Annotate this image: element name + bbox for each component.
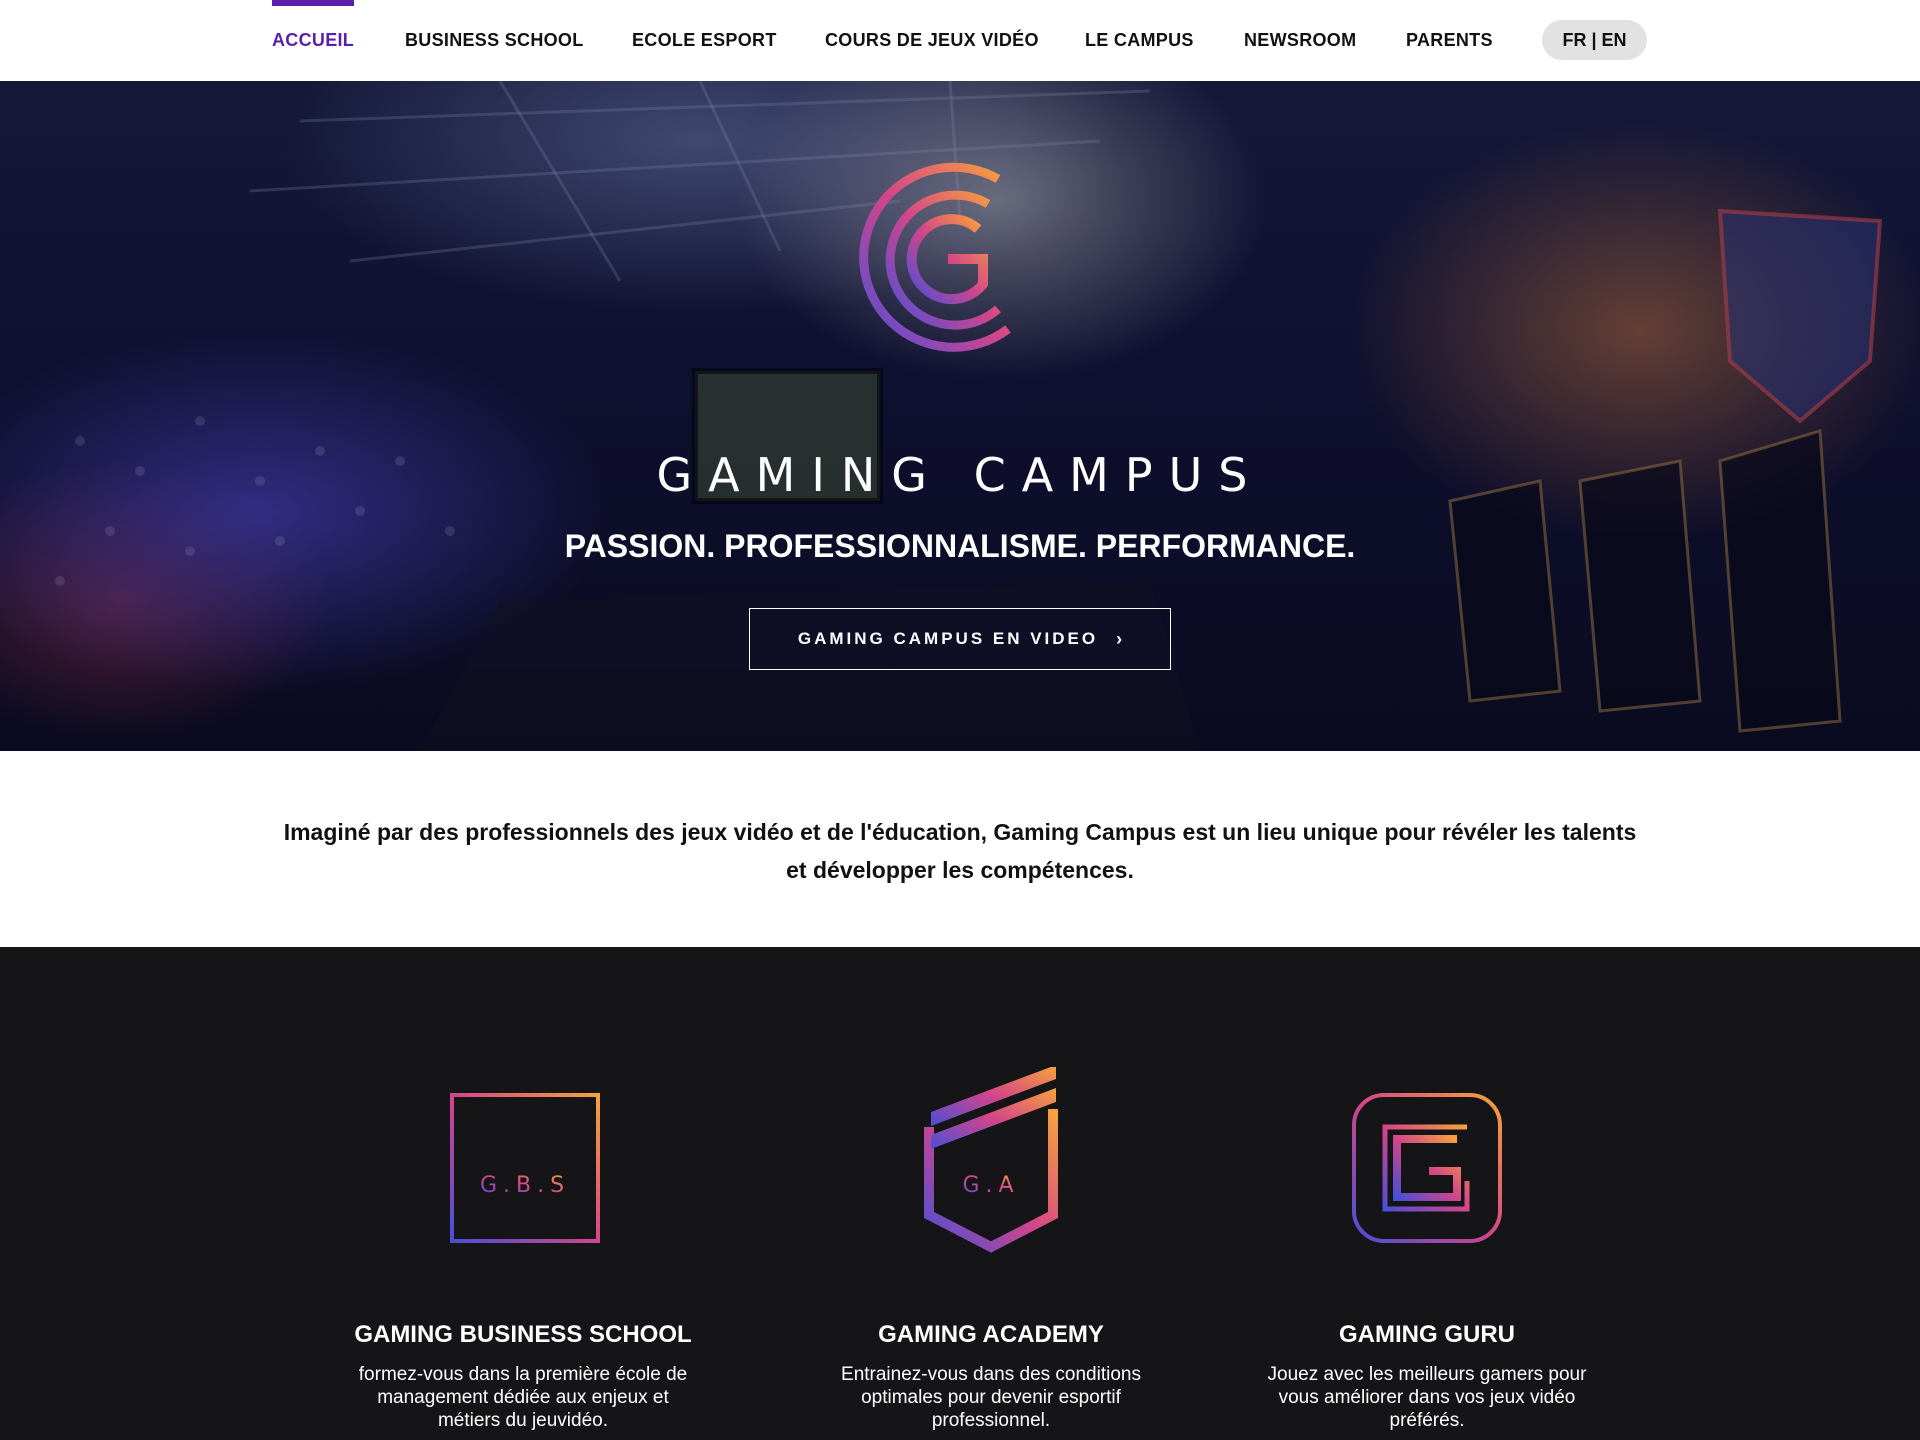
card-title: GAMING ACADEMY bbox=[878, 1321, 1104, 1348]
card-description: Entrainez-vous dans des conditions optim… bbox=[841, 1364, 1141, 1431]
brand-title: GAMING CAMPUS bbox=[656, 448, 1264, 502]
gg-rounded-logo-icon bbox=[1352, 1093, 1502, 1243]
hero-tagline: PASSION. PROFESSIONNALISME. PERFORMANCE. bbox=[564, 528, 1356, 564]
nav-item-ecole-esport[interactable]: ECOLE ESPORT bbox=[632, 0, 777, 81]
nav-item-newsroom[interactable]: NEWSROOM bbox=[1244, 0, 1356, 81]
gbs-square-logo-icon: G.B.S bbox=[450, 1093, 600, 1243]
video-button[interactable]: GAMING CAMPUS EN VIDEO › bbox=[749, 608, 1171, 670]
ga-shield-logo-icon: G.A bbox=[924, 1067, 1058, 1253]
hero-banner: GAMING CAMPUS PASSION. PROFESSIONNALISME… bbox=[0, 81, 1920, 751]
video-button-label: GAMING CAMPUS EN VIDEO bbox=[797, 629, 1099, 648]
card-description: formez-vous dans la première école de ma… bbox=[358, 1364, 688, 1431]
language-switcher[interactable]: FR | EN bbox=[1542, 20, 1647, 60]
card-title: GAMING GURU bbox=[1339, 1321, 1515, 1348]
gbs-logo-text: G.B.S bbox=[480, 1173, 570, 1198]
card-description: Jouez avec les meilleurs gamers pour vou… bbox=[1267, 1364, 1587, 1431]
intro-text: Imaginé par des professionnels des jeux … bbox=[283, 819, 1637, 883]
nav-item-parents[interactable]: PARENTS bbox=[1406, 0, 1493, 81]
top-navigation: ACCUEIL BUSINESS SCHOOL ECOLE ESPORT COU… bbox=[0, 0, 1920, 81]
programs-section: G.B.S GAMING BUSINESS SCHOOL formez-vous… bbox=[0, 947, 1920, 1440]
nav-item-le-campus[interactable]: LE CAMPUS bbox=[1085, 0, 1194, 81]
chevron-right-icon: › bbox=[1116, 628, 1123, 649]
nav-item-accueil[interactable]: ACCUEIL bbox=[272, 0, 355, 81]
card-title: GAMING BUSINESS SCHOOL bbox=[354, 1321, 692, 1348]
gaming-campus-g-logo-icon bbox=[859, 162, 1011, 352]
ga-logo-text: G.A bbox=[962, 1173, 1019, 1198]
nav-item-cours-jeux-video[interactable]: COURS DE JEUX VIDÉO bbox=[825, 0, 1039, 81]
nav-item-business-school[interactable]: BUSINESS SCHOOL bbox=[405, 0, 584, 81]
intro-section: Imaginé par des professionnels des jeux … bbox=[0, 751, 1920, 947]
